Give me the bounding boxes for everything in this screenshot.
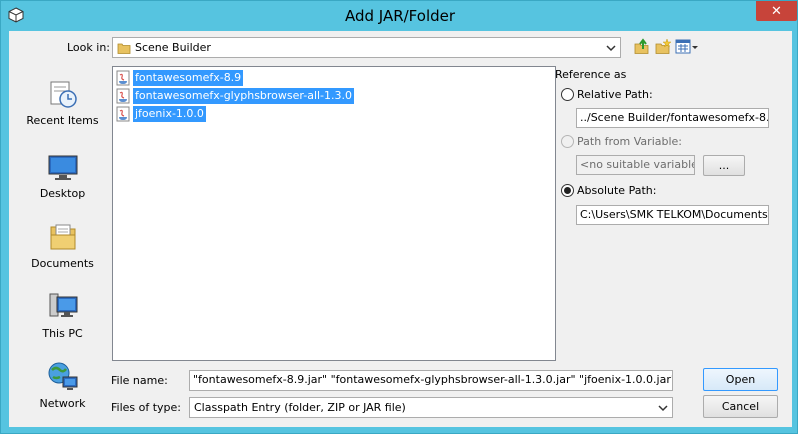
network-icon	[48, 362, 77, 390]
computer-icon	[49, 293, 77, 317]
close-button[interactable]: ✕	[756, 1, 797, 21]
open-button[interactable]: Open	[703, 368, 778, 391]
file-list[interactable]: fontawesomefx-8.9 fontawesomefx-glyphsbr…	[112, 66, 556, 361]
dialog-content: Look in: Scene Builder Recent Items Desk…	[9, 31, 792, 427]
absolute-path-field[interactable]: C:\Users\SMK TELKOM\Documents\Kela	[576, 205, 769, 225]
variable-path-radio[interactable]	[561, 135, 574, 148]
jar-file-icon	[116, 88, 130, 103]
place-label: Network	[39, 397, 86, 410]
file-item[interactable]: jfoenix-1.0.0	[115, 105, 206, 122]
variable-path-label: Path from Variable:	[577, 135, 682, 148]
up-folder-icon[interactable]	[633, 38, 651, 56]
title-bar[interactable]: Add JAR/Folder ✕	[1, 1, 798, 31]
places-bar: Recent Items Desktop Documents This PC N…	[20, 66, 105, 421]
window-title: Add JAR/Folder	[344, 7, 456, 25]
place-label: Desktop	[39, 187, 86, 200]
browse-variable-button[interactable]: ...	[703, 155, 745, 176]
reference-heading: Reference as	[555, 68, 627, 81]
file-name-label: File name:	[111, 374, 168, 387]
cancel-button[interactable]: Cancel	[703, 395, 778, 418]
variable-select[interactable]: <no suitable variable>	[576, 155, 695, 175]
place-recent-items[interactable]: Recent Items	[20, 78, 105, 142]
absolute-path-radio[interactable]	[561, 184, 574, 197]
recent-items-icon	[50, 81, 77, 108]
relative-path-radio[interactable]	[561, 88, 574, 101]
view-menu-icon[interactable]	[675, 39, 699, 55]
file-name: fontawesomefx-8.9	[133, 69, 244, 86]
place-this-pc[interactable]: This PC	[20, 291, 105, 355]
jar-file-icon	[116, 106, 130, 121]
file-type-label: Files of type:	[111, 401, 182, 414]
look-in-combo[interactable]: Scene Builder	[112, 37, 621, 58]
folder-icon	[117, 43, 131, 54]
dialog-window: Add JAR/Folder ✕ Look in: Scene Builder	[0, 0, 798, 434]
place-desktop[interactable]: Desktop	[20, 151, 105, 215]
relative-path-label: Relative Path:	[577, 88, 653, 101]
file-name: jfoenix-1.0.0	[133, 105, 206, 122]
file-name-input[interactable]: "fontawesomefx-8.9.jar" "fontawesomefx-g…	[189, 370, 673, 391]
file-name: fontawesomefx-glyphsbrowser-all-1.3.0	[133, 87, 355, 104]
file-item[interactable]: fontawesomefx-8.9	[115, 69, 244, 86]
new-folder-icon[interactable]	[654, 38, 672, 56]
jar-file-icon	[116, 70, 130, 85]
place-label: Documents	[31, 257, 94, 270]
absolute-path-label: Absolute Path:	[577, 184, 657, 197]
relative-path-field[interactable]: ../Scene Builder/fontawesomefx-8.9.jar	[576, 108, 769, 128]
chevron-down-icon[interactable]	[605, 42, 617, 54]
look-in-value: Scene Builder	[135, 41, 211, 54]
look-in-label: Look in:	[67, 41, 110, 54]
place-label: This PC	[42, 327, 83, 340]
file-type-value: Classpath Entry (folder, ZIP or JAR file…	[194, 401, 406, 414]
file-item[interactable]: fontawesomefx-glyphsbrowser-all-1.3.0	[115, 87, 355, 104]
documents-icon	[50, 224, 75, 250]
place-network[interactable]: Network	[20, 361, 105, 425]
file-type-combo[interactable]: Classpath Entry (folder, ZIP or JAR file…	[189, 397, 673, 418]
place-label: Recent Items	[26, 114, 99, 127]
chevron-down-icon[interactable]	[657, 402, 669, 414]
desktop-icon	[48, 155, 77, 180]
place-documents[interactable]: Documents	[20, 221, 105, 285]
